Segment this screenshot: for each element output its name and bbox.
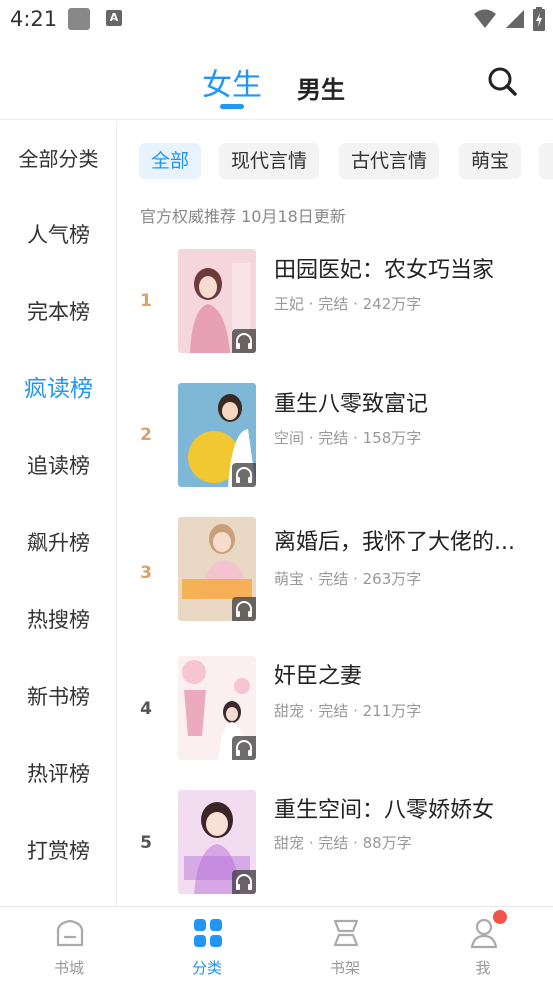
nav-bookshelf[interactable]: 书架 bbox=[276, 907, 414, 984]
active-tab-indicator bbox=[220, 104, 244, 109]
sidebar-item-rewards[interactable]: 打赏榜 bbox=[0, 826, 117, 876]
book-title: 重生空间：八零娇娇女 bbox=[274, 798, 495, 823]
book-row[interactable]: 2 重生八零致富记 空间 · 完结 · 158万字 bbox=[117, 379, 553, 499]
book-meta: 王妃 · 完结 · 242万字 bbox=[274, 295, 422, 313]
book-row[interactable]: 1 田园医妃：农女巧当家 王妃 · 完结 · 242万字 bbox=[117, 245, 553, 365]
book-title: 田园医妃：农女巧当家 bbox=[274, 258, 495, 283]
rank-number: 1 bbox=[140, 291, 152, 311]
tab-male[interactable]: 男生 bbox=[297, 70, 345, 105]
book-cover bbox=[178, 249, 256, 353]
headphones-icon bbox=[232, 329, 256, 353]
book-title: 离婚后，我怀了大佬的... bbox=[274, 530, 515, 555]
book-meta: 萌宝 · 完结 · 263万字 bbox=[274, 570, 422, 588]
category-icon bbox=[194, 919, 222, 947]
book-meta: 甜宠 · 完结 · 88万字 bbox=[274, 834, 412, 852]
wifi-icon bbox=[474, 9, 496, 28]
book-row[interactable]: 4 奸臣之妻 甜宠 · 完结 · 211万字 bbox=[117, 652, 553, 772]
rank-number: 3 bbox=[140, 563, 152, 583]
nav-label-profile: 我 bbox=[475, 959, 491, 977]
nav-label-category: 分类 bbox=[191, 959, 222, 977]
home-icon bbox=[56, 919, 84, 947]
sidebar-item-popular[interactable]: 人气榜 bbox=[0, 210, 117, 260]
sidebar-item-follow-read[interactable]: 追读榜 bbox=[0, 441, 117, 491]
bookshelf-icon bbox=[333, 919, 359, 947]
chip-all[interactable]: 全部 bbox=[139, 143, 202, 179]
headphones-icon bbox=[232, 463, 256, 487]
ranking-sidebar: 全部分类 人气榜 完本榜 疯读榜 追读榜 飙升榜 热搜榜 新书榜 热评榜 打赏榜 bbox=[0, 121, 117, 906]
signal-icon bbox=[506, 10, 524, 28]
nav-category[interactable]: 分类 bbox=[138, 907, 276, 984]
bottom-nav: 书城 分类 书架 我 bbox=[0, 906, 553, 984]
sidebar-item-rising[interactable]: 飙升榜 bbox=[0, 518, 117, 568]
headphones-icon bbox=[232, 870, 256, 894]
book-cover bbox=[178, 517, 256, 621]
book-title: 重生八零致富记 bbox=[274, 392, 429, 417]
nav-label-bookshelf: 书架 bbox=[329, 959, 360, 977]
book-cover bbox=[178, 790, 256, 894]
status-bar: 4:21 A bbox=[0, 0, 553, 40]
notification-dot bbox=[493, 910, 507, 924]
notification-square-icon bbox=[68, 8, 90, 30]
rank-number: 2 bbox=[140, 425, 152, 445]
book-meta: 空间 · 完结 · 158万字 bbox=[274, 429, 422, 447]
sidebar-item-hot-search[interactable]: 热搜榜 bbox=[0, 595, 117, 645]
book-cover bbox=[178, 656, 256, 760]
a-notification-icon: A bbox=[106, 10, 122, 26]
sidebar-item-new-books[interactable]: 新书榜 bbox=[0, 672, 117, 722]
tab-female[interactable]: 女生 bbox=[202, 60, 262, 104]
nav-label-bookstore: 书城 bbox=[53, 959, 84, 977]
nav-bookstore[interactable]: 书城 bbox=[0, 907, 138, 984]
status-icons bbox=[473, 7, 545, 31]
category-chips: 全部 现代言情 古代言情 萌宝 bbox=[117, 121, 553, 201]
sidebar-item-completed[interactable]: 完本榜 bbox=[0, 287, 117, 337]
sidebar-item-hot-reviews[interactable]: 热评榜 bbox=[0, 749, 117, 799]
rank-number: 4 bbox=[140, 699, 152, 719]
book-title: 奸臣之妻 bbox=[274, 664, 363, 689]
book-meta: 甜宠 · 完结 · 211万字 bbox=[274, 702, 422, 720]
chip-more[interactable] bbox=[539, 143, 553, 179]
headphones-icon bbox=[232, 597, 256, 621]
update-note: 官方权威推荐 10月18日更新 bbox=[140, 207, 346, 226]
battery-icon bbox=[533, 7, 545, 31]
search-icon[interactable] bbox=[486, 65, 518, 97]
chip-cute-baby[interactable]: 萌宝 bbox=[459, 143, 522, 179]
sidebar-item-crazy-read[interactable]: 疯读榜 bbox=[0, 364, 117, 414]
book-row[interactable]: 3 离婚后，我怀了大佬的... 萌宝 · 完结 · 263万字 bbox=[117, 513, 553, 633]
top-header: 女生 男生 bbox=[0, 40, 553, 120]
sidebar-all-categories[interactable]: 全部分类 bbox=[0, 121, 117, 198]
book-row[interactable]: 5 重生空间：八零娇娇女 甜宠 · 完结 · 88万字 bbox=[117, 786, 553, 906]
nav-profile[interactable]: 我 bbox=[414, 907, 552, 984]
status-time: 4:21 bbox=[10, 7, 58, 31]
chip-ancient-romance[interactable]: 古代言情 bbox=[339, 143, 440, 179]
rank-number: 5 bbox=[140, 833, 152, 853]
chip-modern-romance[interactable]: 现代言情 bbox=[219, 143, 320, 179]
book-cover bbox=[178, 383, 256, 487]
headphones-icon bbox=[232, 736, 256, 760]
